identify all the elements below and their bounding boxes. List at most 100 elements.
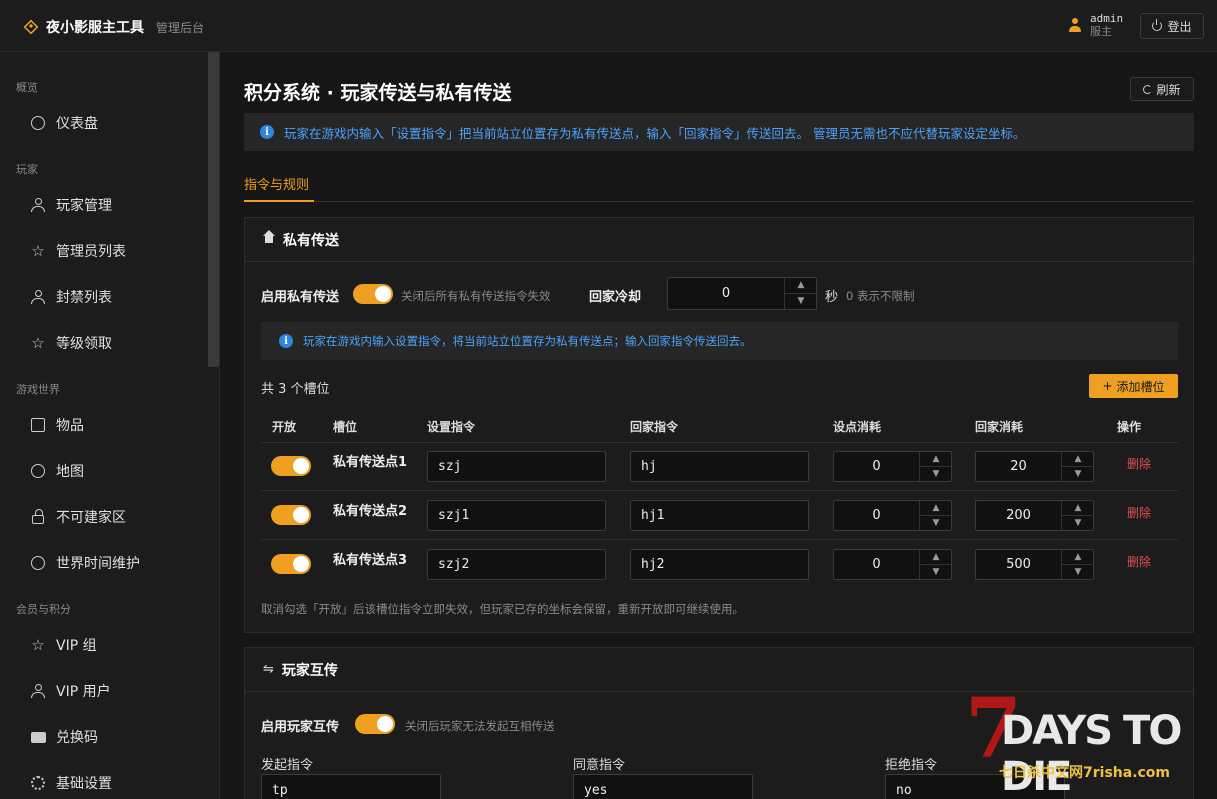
user-role: 服主 (1090, 25, 1112, 38)
home-command-input[interactable]: hj2 (630, 549, 809, 580)
delete-button[interactable]: 删除 (1127, 455, 1151, 472)
sidebar-item-basic-settings[interactable]: 基础设置 (30, 773, 112, 793)
increment-button[interactable]: ▲ (920, 550, 952, 565)
cooldown-hint: 0 表示不限制 (846, 289, 915, 303)
cooldown-stepper[interactable]: 0 ▲ ▼ (667, 277, 817, 310)
gear-icon (30, 775, 46, 791)
column-header: 操作 (1117, 420, 1142, 434)
set-cost-value: 0 (872, 459, 881, 474)
home-command-input[interactable]: hj (630, 451, 809, 482)
slot-open-toggle[interactable] (271, 456, 311, 476)
tab-commands-rules[interactable]: 指令与规则 (244, 174, 309, 193)
decrement-button[interactable]: ▼ (1062, 467, 1094, 482)
sidebar-item-label: 基础设置 (56, 776, 112, 792)
sidebar-item-dashboard[interactable]: 仪表盘 (30, 113, 98, 133)
swap-icon: ⇋ (263, 662, 274, 677)
set-cost-stepper[interactable]: 0 ▲ ▼ (833, 500, 952, 531)
set-cost-value: 0 (872, 508, 881, 523)
enable-private-toggle[interactable] (353, 284, 393, 304)
user-icon (30, 683, 46, 699)
app-title: 夜小影服主工具 (46, 20, 144, 36)
box-icon (30, 417, 46, 433)
accept-command-input[interactable]: yes (573, 774, 753, 799)
logout-button[interactable]: 登出 (1140, 13, 1204, 39)
decrement-button[interactable]: ▼ (1062, 565, 1094, 580)
sidebar-item-vip-user[interactable]: VIP 用户 (30, 681, 111, 701)
nav-group-overview: 概览 (16, 81, 38, 94)
decrement-button[interactable]: ▼ (1062, 516, 1094, 531)
card-header: ⇋ 玩家互传 (245, 648, 1193, 692)
column-header: 设点消耗 (833, 420, 882, 434)
decrement-button[interactable]: ▼ (920, 565, 952, 580)
top-bar: 夜小影服主工具 管理后台 admin 服主 登出 (0, 0, 1217, 52)
set-command-input[interactable]: szj1 (427, 500, 606, 531)
sidebar-item-admin-list[interactable]: ☆ 管理员列表 (30, 241, 126, 261)
increment-button[interactable]: ▲ (920, 501, 952, 516)
sidebar-item-world-time[interactable]: 世界时间维护 (30, 553, 140, 573)
home-command-input[interactable]: hj1 (630, 500, 809, 531)
slot-open-toggle[interactable] (271, 505, 311, 525)
sidebar-item-map[interactable]: 地图 (30, 461, 84, 481)
enable-mutual-toggle[interactable] (355, 714, 395, 734)
set-command-input[interactable]: szj2 (427, 549, 606, 580)
decrement-button[interactable]: ▼ (785, 294, 817, 310)
home-cost-value: 500 (1006, 557, 1031, 572)
column-header: 回家指令 (630, 420, 679, 434)
set-cost-value: 0 (872, 557, 881, 572)
home-cost-stepper[interactable]: 200 ▲ ▼ (975, 500, 1094, 531)
add-slot-button[interactable]: + 添加槽位 (1089, 374, 1178, 398)
column-header: 开放 (272, 420, 297, 434)
sidebar-item-level-claim[interactable]: ☆ 等级领取 (30, 333, 112, 353)
home-icon (263, 229, 275, 245)
clock-icon (30, 555, 46, 571)
tab-divider (244, 201, 1194, 202)
increment-button[interactable]: ▲ (1062, 501, 1094, 516)
delete-button[interactable]: 删除 (1127, 553, 1151, 570)
sidebar-item-vip-group[interactable]: ☆ VIP 组 (30, 635, 96, 655)
brand[interactable]: 夜小影服主工具 管理后台 (23, 17, 204, 37)
sidebar-item-items[interactable]: 物品 (30, 415, 84, 435)
star-icon: ☆ (31, 636, 45, 654)
card-title: 私有传送 (283, 232, 339, 249)
increment-button[interactable]: ▲ (920, 452, 952, 467)
refresh-button[interactable]: 刷新 (1130, 77, 1194, 101)
cooldown-unit: 秒 (825, 290, 839, 305)
reject-command-label: 拒绝指令 (885, 758, 938, 773)
set-command-input[interactable]: szj (427, 451, 606, 482)
sidebar-item-label: 不可建家区 (56, 510, 126, 526)
sidebar-item-label: VIP 用户 (56, 684, 111, 700)
sidebar-scrollbar[interactable] (208, 52, 219, 367)
increment-button[interactable]: ▲ (785, 278, 817, 294)
private-teleport-card: 私有传送 启用私有传送 关闭后所有私有传送指令失效 回家冷却 0 ▲ ▼ 秒 0 … (244, 217, 1194, 633)
column-header: 设置指令 (427, 420, 476, 434)
decrement-button[interactable]: ▼ (920, 467, 952, 482)
enable-private-hint: 关闭后所有私有传送指令失效 (401, 289, 551, 303)
request-command-input[interactable]: tp (261, 774, 441, 799)
cooldown-label: 回家冷却 (589, 290, 642, 305)
home-cost-stepper[interactable]: 20 ▲ ▼ (975, 451, 1094, 482)
logout-label: 登出 (1167, 19, 1192, 34)
decrement-button[interactable]: ▼ (920, 516, 952, 531)
home-cost-value: 20 (1010, 459, 1027, 474)
slot-count: 共 3 个槽位 (261, 382, 330, 397)
sidebar-item-player-management[interactable]: 玩家管理 (30, 195, 112, 215)
sidebar-item-label: 管理员列表 (56, 244, 126, 260)
sidebar-item-ban-list[interactable]: 封禁列表 (30, 287, 112, 307)
nav-group-world: 游戏世界 (16, 383, 60, 396)
delete-button[interactable]: 删除 (1127, 504, 1151, 521)
tab-active-indicator (244, 200, 314, 202)
slot-open-toggle[interactable] (271, 554, 311, 574)
sidebar-item-no-build-zone[interactable]: 不可建家区 (30, 507, 126, 527)
increment-button[interactable]: ▲ (1062, 452, 1094, 467)
sidebar-item-redeem-code[interactable]: 兑换码 (30, 727, 98, 747)
set-cost-stepper[interactable]: 0 ▲ ▼ (833, 451, 952, 482)
set-cost-stepper[interactable]: 0 ▲ ▼ (833, 549, 952, 580)
request-command-label: 发起指令 (261, 758, 314, 773)
sidebar-item-label: 物品 (56, 418, 84, 434)
increment-button[interactable]: ▲ (1062, 550, 1094, 565)
nav-group-players: 玩家 (16, 163, 38, 176)
home-cost-stepper[interactable]: 500 ▲ ▼ (975, 549, 1094, 580)
enable-private-label: 启用私有传送 (261, 290, 340, 305)
column-header: 回家消耗 (975, 420, 1024, 434)
watermark: 7 DAYS TO DIE 七日杀中文网7risha.com (965, 688, 1210, 799)
